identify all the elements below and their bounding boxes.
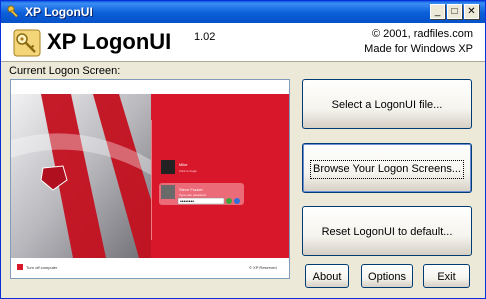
- copyright-info: © 2001, radfiles.com Made for Windows XP: [364, 27, 473, 57]
- app-window: XP LogonUI _ □ ✕ XP LogonUI 1.02 © 2001,…: [0, 0, 486, 299]
- maximize-icon: □: [451, 6, 458, 17]
- logon-preview: Mike Click to begin Steve Frazier Type y…: [10, 79, 290, 279]
- app-name: XP LogonUI: [47, 29, 172, 54]
- preview-user-2-name: Steve Frazier: [179, 187, 203, 192]
- copyright-text: © 2001, radfiles.com: [371, 28, 473, 40]
- version-label: 1.02: [194, 31, 216, 43]
- minimize-button[interactable]: _: [430, 4, 445, 19]
- options-button[interactable]: Options: [361, 264, 413, 288]
- preview-user-1-name: Mike: [179, 162, 188, 167]
- preview-turn-off: Turn off computer: [26, 265, 58, 270]
- reset-logonui-button[interactable]: Reset LogonUI to default...: [302, 206, 472, 256]
- close-button[interactable]: ✕: [464, 4, 479, 19]
- select-logonui-file-button[interactable]: Select a LogonUI file...: [302, 79, 472, 129]
- exit-button[interactable]: Exit: [423, 264, 470, 288]
- preview-password: ••••••••: [180, 199, 194, 205]
- key-icon: [13, 29, 41, 57]
- browse-logon-screens-button[interactable]: Browse Your Logon Screens...: [302, 143, 472, 193]
- made-for-text: Made for Windows XP: [364, 43, 473, 55]
- minimize-icon: _: [434, 6, 441, 17]
- title-bar[interactable]: XP LogonUI _ □ ✕: [1, 1, 485, 23]
- header-divider: [1, 61, 485, 62]
- preview-user-2-sub: Type your password: [179, 193, 206, 197]
- about-button[interactable]: About: [305, 264, 349, 288]
- preview-user-1-sub: Click to begin: [179, 169, 197, 173]
- close-icon: ✕: [467, 6, 476, 17]
- browse-button-label: Browse Your Logon Screens...: [310, 160, 464, 179]
- current-logon-label: Current Logon Screen:: [9, 65, 121, 77]
- preview-footer-right: © XP Reserved: [249, 265, 277, 270]
- window-title: XP LogonUI: [25, 5, 93, 19]
- app-header: XP LogonUI 1.02 © 2001, radfiles.com Mad…: [1, 23, 485, 61]
- maximize-button[interactable]: □: [447, 4, 462, 19]
- logon-preview-image: Mike Click to begin Steve Frazier Type y…: [11, 80, 289, 278]
- key-icon: [7, 5, 19, 18]
